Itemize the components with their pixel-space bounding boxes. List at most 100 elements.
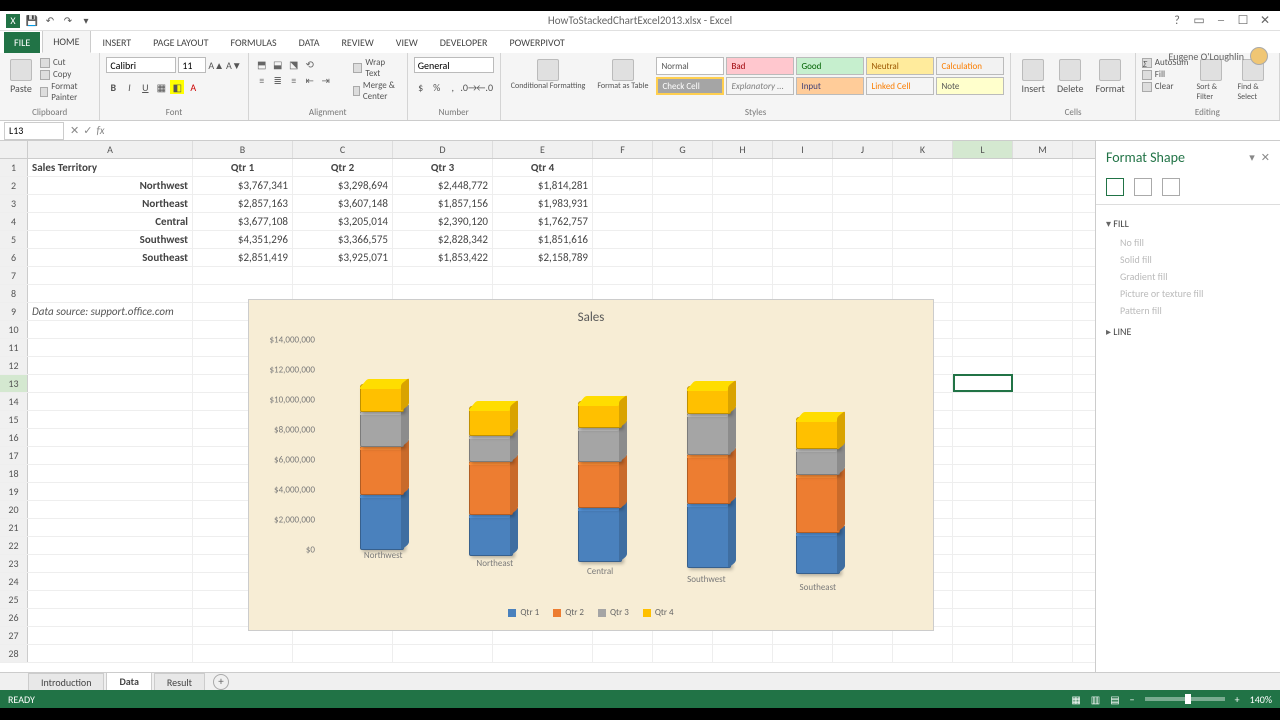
col-header-G[interactable]: G [653, 141, 713, 158]
cell-L24[interactable] [953, 573, 1013, 590]
cell-A7[interactable] [28, 267, 193, 284]
increase-decimal-icon[interactable]: .0→ [462, 80, 476, 94]
cell-A17[interactable] [28, 447, 193, 464]
font-size-input[interactable] [178, 57, 206, 73]
cell-F1[interactable] [593, 159, 653, 176]
cell-M9[interactable] [1013, 303, 1073, 320]
cell-L25[interactable] [953, 591, 1013, 608]
cell-M4[interactable] [1013, 213, 1073, 230]
cell-I4[interactable] [773, 213, 833, 230]
cell-A13[interactable] [28, 375, 193, 392]
cell-F6[interactable] [593, 249, 653, 266]
row-header-17[interactable]: 17 [0, 447, 28, 464]
cell-L14[interactable] [953, 393, 1013, 410]
cell-B1[interactable]: Qtr 1 [193, 159, 293, 176]
cell-C1[interactable]: Qtr 2 [293, 159, 393, 176]
zoom-slider[interactable] [1145, 697, 1225, 701]
cell-I2[interactable] [773, 177, 833, 194]
row-header-22[interactable]: 22 [0, 537, 28, 554]
number-format-select[interactable] [414, 57, 494, 73]
zoom-out-icon[interactable]: − [1130, 693, 1135, 706]
view-normal-icon[interactable]: ▦ [1071, 693, 1080, 706]
row-header-20[interactable]: 20 [0, 501, 28, 518]
cell-F2[interactable] [593, 177, 653, 194]
cell-G1[interactable] [653, 159, 713, 176]
cell-M1[interactable] [1013, 159, 1073, 176]
cell-E6[interactable]: $2,158,789 [493, 249, 593, 266]
cell-C28[interactable] [293, 645, 393, 662]
align-right-icon[interactable]: ≡ [287, 73, 301, 87]
user-account[interactable]: Eugene O'Loughlin [1168, 47, 1268, 65]
cell-L9[interactable] [953, 303, 1013, 320]
cell-L11[interactable] [953, 339, 1013, 356]
cell-F5[interactable] [593, 231, 653, 248]
cell-J5[interactable] [833, 231, 893, 248]
embedded-chart[interactable]: Sales $0$2,000,000$4,000,000$6,000,000$8… [248, 299, 934, 631]
cell-L12[interactable] [953, 357, 1013, 374]
cell-K28[interactable] [893, 645, 953, 662]
zoom-level[interactable]: 140% [1250, 693, 1272, 706]
cell-M6[interactable] [1013, 249, 1073, 266]
ribbon-options-icon[interactable]: ▭ [1192, 14, 1206, 28]
row-header-1[interactable]: 1 [0, 159, 28, 176]
cell-G5[interactable] [653, 231, 713, 248]
cell-K7[interactable] [893, 267, 953, 284]
chart-bar-northeast[interactable] [469, 408, 513, 556]
cell-F3[interactable] [593, 195, 653, 212]
cell-M15[interactable] [1013, 411, 1073, 428]
cell-M26[interactable] [1013, 609, 1073, 626]
style-neutral[interactable]: Neutral [866, 57, 934, 75]
cell-H3[interactable] [713, 195, 773, 212]
row-header-25[interactable]: 25 [0, 591, 28, 608]
cell-M16[interactable] [1013, 429, 1073, 446]
cell-M17[interactable] [1013, 447, 1073, 464]
cell-A8[interactable] [28, 285, 193, 302]
cell-D4[interactable]: $2,390,120 [393, 213, 493, 230]
cell-B6[interactable]: $2,851,419 [193, 249, 293, 266]
cell-H4[interactable] [713, 213, 773, 230]
row-header-27[interactable]: 27 [0, 627, 28, 644]
cell-G2[interactable] [653, 177, 713, 194]
cell-D6[interactable]: $1,853,422 [393, 249, 493, 266]
cell-F7[interactable] [593, 267, 653, 284]
fill-color-button[interactable]: ◧ [170, 80, 184, 94]
col-header-E[interactable]: E [493, 141, 593, 158]
style-calculation[interactable]: Calculation [936, 57, 1004, 75]
zoom-in-icon[interactable]: + [1235, 693, 1240, 706]
cell-L26[interactable] [953, 609, 1013, 626]
cell-H28[interactable] [713, 645, 773, 662]
cell-E1[interactable]: Qtr 4 [493, 159, 593, 176]
cell-A16[interactable] [28, 429, 193, 446]
cell-L7[interactable] [953, 267, 1013, 284]
maximize-icon[interactable]: ☐ [1236, 14, 1250, 28]
col-header-B[interactable]: B [193, 141, 293, 158]
increase-font-icon[interactable]: A▲ [208, 59, 224, 72]
cell-A1[interactable]: Sales Territory [28, 159, 193, 176]
cell-K1[interactable] [893, 159, 953, 176]
row-header-23[interactable]: 23 [0, 555, 28, 572]
currency-icon[interactable]: $ [414, 80, 428, 94]
tab-insert[interactable]: INSERT [93, 32, 142, 53]
cell-M8[interactable] [1013, 285, 1073, 302]
worksheet[interactable]: ABCDEFGHIJKLM 1Sales TerritoryQtr 1Qtr 2… [0, 141, 1095, 672]
fill-option[interactable]: Picture or texture fill [1106, 285, 1270, 302]
cell-L1[interactable] [953, 159, 1013, 176]
clear-button[interactable]: Clear [1142, 81, 1189, 92]
row-header-3[interactable]: 3 [0, 195, 28, 212]
row-header-4[interactable]: 4 [0, 213, 28, 230]
cut-button[interactable]: Cut [40, 57, 93, 68]
cell-M18[interactable] [1013, 465, 1073, 482]
effects-tab-icon[interactable] [1134, 178, 1152, 196]
save-icon[interactable]: 💾 [26, 15, 38, 27]
cell-A25[interactable] [28, 591, 193, 608]
cell-L27[interactable] [953, 627, 1013, 644]
cell-C2[interactable]: $3,298,694 [293, 177, 393, 194]
cell-K4[interactable] [893, 213, 953, 230]
pane-dropdown-icon[interactable]: ▾ [1249, 151, 1255, 164]
cell-F4[interactable] [593, 213, 653, 230]
cell-H5[interactable] [713, 231, 773, 248]
size-tab-icon[interactable] [1162, 178, 1180, 196]
row-header-7[interactable]: 7 [0, 267, 28, 284]
tab-file[interactable]: FILE [4, 32, 40, 53]
orientation-icon[interactable]: ⟲ [303, 57, 317, 71]
